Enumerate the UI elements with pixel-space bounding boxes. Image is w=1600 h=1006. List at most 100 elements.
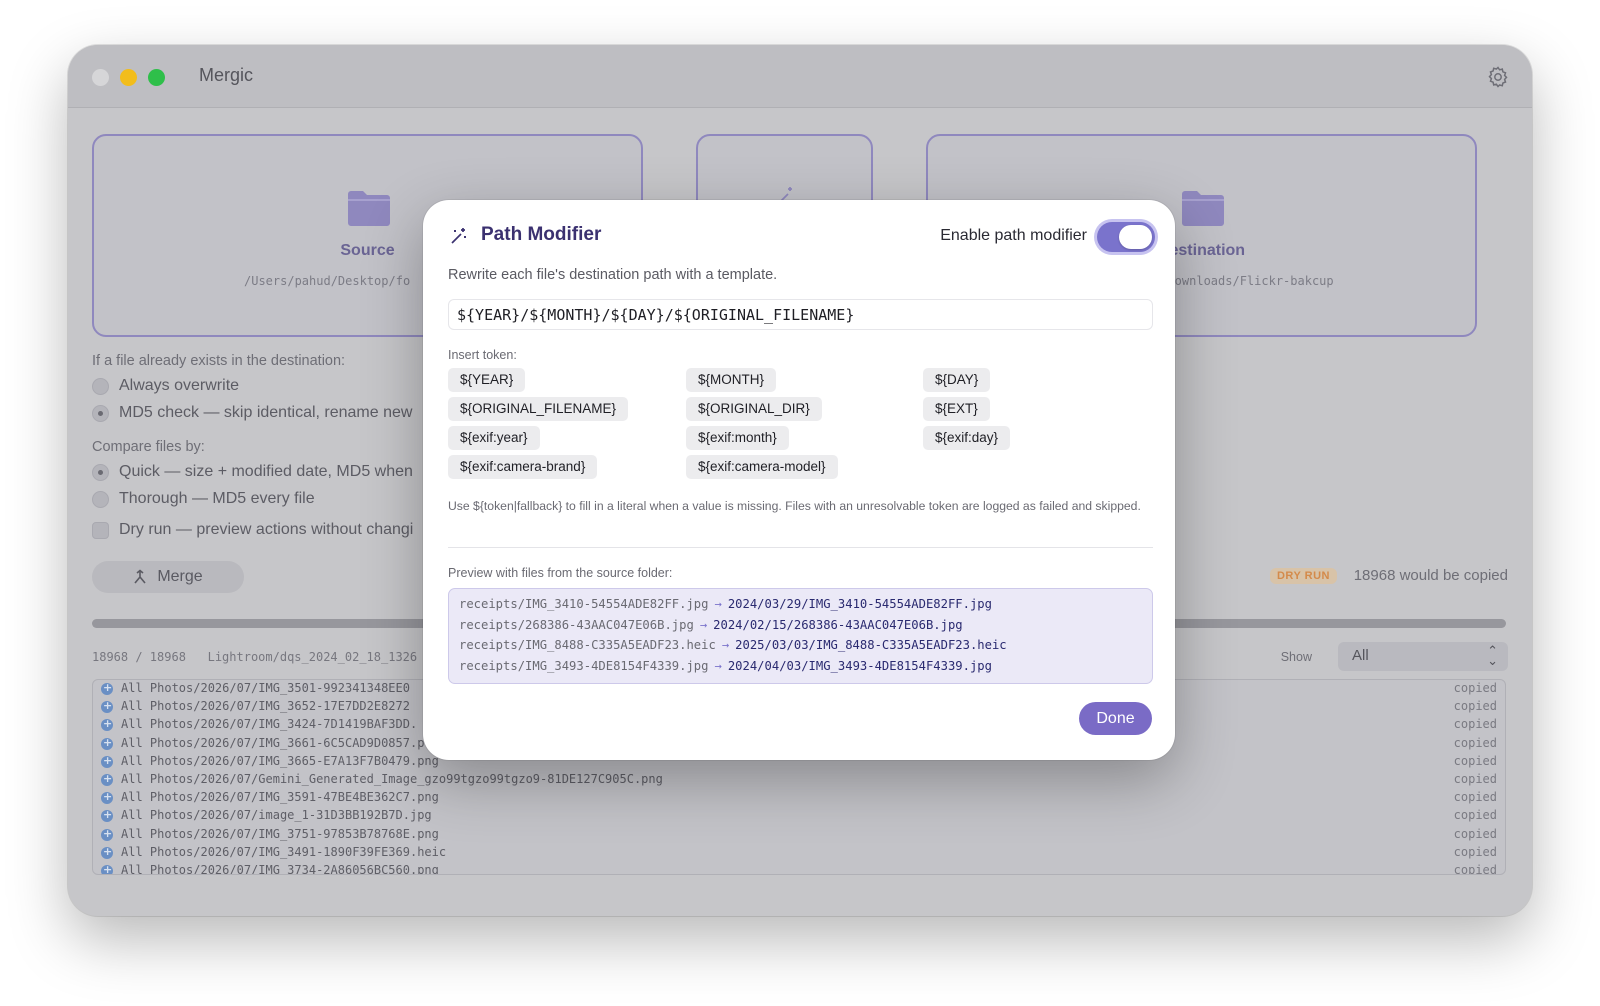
merge-summary: 18968 would be copied — [1353, 567, 1508, 584]
log-status: copied — [1453, 699, 1497, 714]
token-button[interactable]: ${MONTH} — [686, 368, 777, 392]
log-row[interactable]: All Photos/2026/07/IMG_3491-1890F39FE369… — [93, 844, 1505, 862]
log-file-path: All Photos/2026/07/IMG_3424-7D1419BAF3DD… — [121, 717, 418, 732]
log-status: copied — [1453, 862, 1497, 875]
token-button[interactable]: ${exif:camera-brand} — [448, 455, 598, 479]
arrow-right-icon: → — [714, 658, 722, 673]
status-line: 18968 / 18968 Lightroom/dqs_2024_02_18_1… — [92, 650, 417, 664]
log-status: copied — [1453, 771, 1497, 786]
preview-destination: 2024/02/15/268386-43AAC047E06B.jpg — [713, 617, 963, 632]
log-file-path: All Photos/2026/07/IMG_3665-E7A13F7B0479… — [121, 753, 439, 768]
radio-button[interactable] — [92, 490, 109, 508]
log-row[interactable]: All Photos/2026/07/image_1-31D3BB192B7D.… — [93, 807, 1505, 825]
app-title: Mergic — [199, 65, 254, 85]
preview-row: receipts/268386-43AAC047E06B.jpg → 2024/02… — [459, 618, 1142, 639]
log-row[interactable]: All Photos/2026/07/IMG_3591-47BE4BE362C7… — [93, 789, 1505, 807]
show-filter-value: All — [1352, 647, 1369, 664]
log-row[interactable]: All Photos/2026/07/IMG_3734-2A86056BC560… — [93, 862, 1505, 875]
preview-row: receipts/IMG_3410-54554ADE82FF.jpg → 2024/… — [459, 597, 1142, 618]
plus-circle-icon — [101, 717, 113, 732]
plus-circle-icon — [101, 772, 113, 786]
radio-thorough-compare[interactable]: Thorough — MD5 every file — [92, 490, 315, 508]
radio-always-overwrite[interactable]: Always overwrite — [92, 377, 239, 395]
show-filter-select[interactable]: All ⌃ ⌄ — [1338, 642, 1508, 671]
log-status: copied — [1453, 826, 1497, 841]
log-file-path: All Photos/2026/07/IMG_3591-47BE4BE362C7… — [121, 790, 439, 805]
path-template-input[interactable] — [448, 299, 1153, 330]
dry-run-checkbox-row[interactable]: Dry run — preview actions without changi — [92, 521, 413, 539]
merge-button-label: Merge — [157, 568, 203, 585]
log-status: copied — [1453, 808, 1497, 823]
token-button[interactable]: ${DAY} — [923, 368, 991, 392]
token-button[interactable]: ${exif:month} — [686, 426, 789, 450]
token-button[interactable]: ${exif:camera-model} — [686, 455, 838, 479]
merge-icon — [134, 569, 146, 584]
log-file-path: All Photos/2026/07/IMG_3501-992341348EE0 — [121, 681, 410, 695]
enable-path-modifier-label: Enable path modifier — [940, 227, 1087, 244]
preview-box: receipts/IMG_3410-54554ADE82FF.jpg → 2024/… — [448, 588, 1153, 684]
arrow-right-icon: → — [721, 638, 730, 652]
dry-run-badge: DRY RUN — [1269, 568, 1337, 584]
path-modifier-dialog: Path Modifier Enable path modifier Rewri… — [423, 200, 1175, 760]
dialog-description: Rewrite each file's destination path wit… — [448, 267, 778, 283]
log-row[interactable]: All Photos/2026/07/IMG_3751-97853B78768E… — [93, 826, 1505, 844]
enable-path-modifier-toggle[interactable] — [1097, 222, 1155, 252]
radio-md5-check[interactable]: MD5 check — skip identical, rename new — [92, 404, 412, 422]
destination-path: d/Downloads/Flickr-bakcup — [1153, 274, 1334, 288]
plus-circle-icon — [101, 790, 113, 805]
radio-button[interactable] — [92, 463, 109, 481]
radio-label: Quick — size + modified date, MD5 when — [119, 463, 413, 480]
gear-icon[interactable] — [1486, 65, 1510, 89]
preview-source: receipts/IMG_8488-C335A5EADF23.heic — [459, 638, 716, 652]
log-status: copied — [1453, 681, 1497, 695]
dry-run-label: Dry run — preview actions without changi — [119, 521, 414, 538]
dialog-title: Path Modifier — [481, 224, 602, 245]
log-file-path: All Photos/2026/07/IMG_3652-17E7DD2E8272 — [121, 699, 410, 714]
close-window-button[interactable] — [92, 69, 109, 86]
source-path: /Users/pahud/Desktop/fo — [244, 274, 411, 288]
log-file-path: All Photos/2026/07/IMG_3751-97853B78768E… — [121, 826, 439, 841]
preview-row: receipts/IMG_8488-C335A5EADF23.heic → 2025… — [459, 638, 1142, 659]
plus-circle-icon — [101, 808, 113, 823]
radio-label: Always overwrite — [119, 377, 240, 394]
token-button[interactable]: ${ORIGINAL_FILENAME} — [448, 397, 629, 421]
done-button[interactable]: Done — [1079, 702, 1152, 735]
show-filter-label: Show — [1280, 650, 1312, 664]
arrow-right-icon: → — [714, 597, 722, 611]
status-counter: 18968 / 18968 — [92, 650, 186, 664]
token-button[interactable]: ${ORIGINAL_DIR} — [686, 397, 822, 421]
token-button[interactable]: ${YEAR} — [448, 368, 526, 392]
radio-quick-compare[interactable]: Quick — size + modified date, MD5 when — [92, 463, 413, 481]
preview-destination: 2024/04/03/IMG_3493-4DE8154F4339.jpg — [727, 658, 992, 673]
plus-circle-icon — [101, 754, 113, 768]
status-current-file: Lightroom/dqs_2024_02_18_1326 — [207, 650, 418, 664]
radio-button[interactable] — [92, 404, 109, 422]
log-row[interactable]: All Photos/2026/07/Gemini_Generated_Imag… — [93, 771, 1505, 789]
plus-circle-icon — [101, 699, 113, 714]
merge-button[interactable]: Merge — [92, 561, 244, 593]
token-button[interactable]: ${exif:day} — [923, 426, 1011, 450]
log-status: copied — [1453, 735, 1497, 750]
exists-options-label: If a file already exists in the destinat… — [92, 353, 346, 369]
minimize-window-button[interactable] — [120, 69, 137, 86]
folder-icon — [1182, 191, 1224, 226]
preview-destination: 2024/03/29/IMG_3410-54554ADE82FF.jpg — [727, 597, 992, 611]
preview-source: receipts/IMG_3410-54554ADE82FF.jpg — [459, 597, 709, 611]
insert-token-label: Insert token: — [448, 348, 517, 362]
chevron-up-down-icon: ⌃ ⌄ — [1487, 643, 1498, 668]
plus-circle-icon — [101, 827, 113, 841]
radio-label: Thorough — MD5 every file — [119, 490, 315, 507]
preview-label: Preview with files from the source folde… — [448, 566, 673, 580]
log-file-path: All Photos/2026/07/IMG_3661-6C5CAD9D0857… — [121, 735, 425, 750]
template-help-text: Use ${token|fallback} to fill in a liter… — [448, 499, 1141, 513]
magic-wand-icon — [451, 228, 466, 244]
log-status: copied — [1453, 844, 1497, 859]
token-button[interactable]: ${EXT} — [923, 397, 990, 421]
radio-button[interactable] — [92, 377, 109, 395]
token-button[interactable]: ${exif:year} — [448, 426, 540, 450]
toggle-knob — [1119, 225, 1152, 249]
plus-circle-icon — [101, 845, 113, 859]
maximize-window-button[interactable] — [148, 69, 165, 86]
log-status: copied — [1453, 790, 1497, 805]
dry-run-checkbox[interactable] — [92, 521, 109, 539]
